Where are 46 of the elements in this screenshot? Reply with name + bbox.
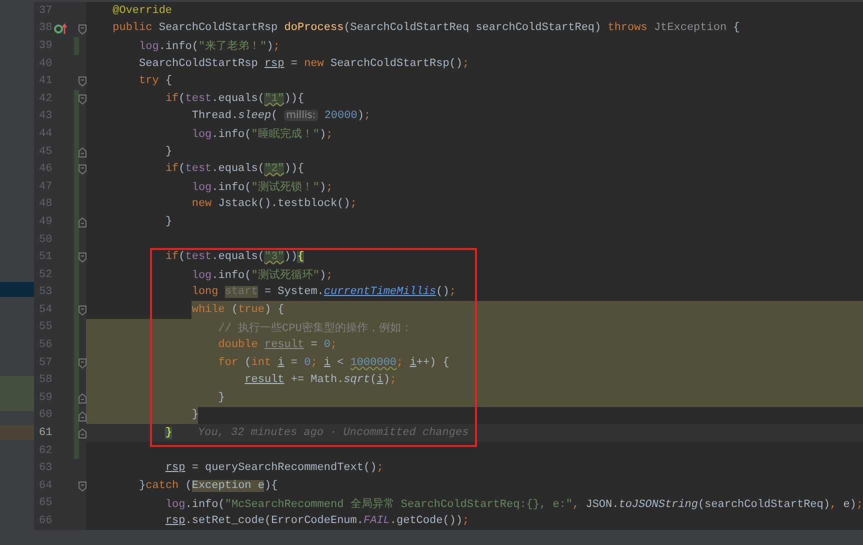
code-line: log.info("McSearchRecommend 全局异常 SearchColdStartReq:{}, e:", JSON.toJSONString(searchColdStartReq), e);	[164, 497, 863, 511]
code-line: log.info("来了老弟！");	[138, 39, 280, 54]
fold-icon[interactable]	[78, 428, 88, 440]
code-line: Thread.sleep( millis: 20000);	[190, 110, 371, 122]
fold-icon[interactable]	[78, 410, 88, 422]
code-line: try {	[138, 75, 172, 88]
code-line: SearchColdStartRsp rsp = new SearchColdStartRsp();	[138, 58, 470, 70]
code-line: // 执行一些CPU密集型的操作，例如：	[217, 320, 412, 335]
fold-icon[interactable]	[78, 393, 88, 404]
fold-icon[interactable]	[78, 358, 88, 369]
code-line: for (int i = 0; i < 1000000; i++) {	[217, 356, 450, 369]
fold-icon[interactable]	[78, 217, 88, 228]
override-marker-icon[interactable]	[54, 22, 68, 34]
code-line: if(test.equals("3")){	[164, 251, 304, 264]
code-line: if(test.equals("1")){	[164, 92, 304, 105]
fold-icon[interactable]	[78, 164, 88, 176]
code-line: long start = System.currentTimeMillis();	[190, 286, 456, 298]
code-line: log.info("测试死循环");	[190, 268, 333, 282]
code-line: public SearchColdStartRsp doProcess(SearchColdStartReq searchColdStartReq) throws JtException {	[112, 22, 740, 34]
change-marker[interactable]	[74, 90, 80, 108]
code-line: @Override	[112, 4, 172, 17]
blame-annotation: You, 32 minutes ago · Uncommitted changes	[198, 427, 469, 440]
fold-icon[interactable]	[78, 146, 88, 158]
change-marker[interactable]	[74, 37, 80, 55]
line-number: 61	[38, 427, 52, 440]
fold-icon[interactable]	[78, 76, 88, 88]
fold-icon[interactable]	[78, 481, 88, 492]
code-line: }	[164, 146, 172, 158]
code-line: double result = 0;	[217, 339, 338, 352]
code-line: }	[164, 216, 172, 228]
fold-icon[interactable]	[78, 252, 88, 264]
fold-icon[interactable]	[78, 24, 88, 35]
code-line: log.info("睡眠完成！");	[190, 126, 333, 142]
code-line: log.info("测试死锁！");	[190, 180, 333, 194]
code-line: rsp.setRet_code(ErrorCodeEnum.FAIL.getCode());	[164, 515, 470, 528]
code-line: new Jstack().testblock();	[190, 198, 357, 210]
fold-icon[interactable]	[78, 94, 88, 105]
code-line: }catch (Exception e){	[138, 480, 278, 492]
code-line: }	[190, 409, 198, 422]
fold-icon[interactable]	[78, 305, 88, 316]
code-line: rsp = querySearchRecommendText();	[164, 462, 384, 474]
code-line: }	[217, 392, 225, 404]
change-marker[interactable]	[74, 442, 80, 460]
code-line: if(test.equals("2")){	[164, 163, 304, 176]
code-line: result += Math.sqrt(i);	[244, 374, 397, 386]
code-line: while (true) {	[190, 304, 284, 316]
